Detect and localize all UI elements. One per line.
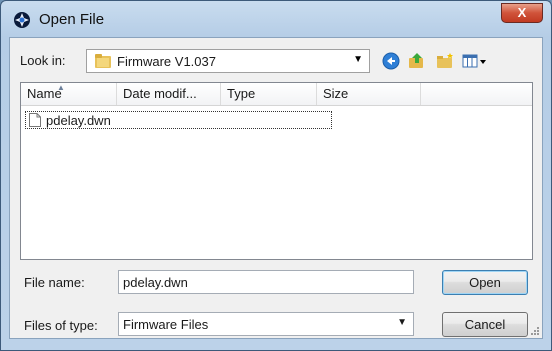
app-icon [14, 12, 30, 28]
column-header-size[interactable]: Size [317, 83, 421, 105]
file-list[interactable]: ▲ Name Date modif... Type Size pdelay.dw… [20, 82, 533, 260]
file-name-label: File name: [24, 275, 85, 290]
column-header-date[interactable]: Date modif... [117, 83, 221, 105]
open-button[interactable]: Open [442, 270, 528, 295]
title-bar[interactable]: Open File X [1, 1, 551, 37]
views-menu-icon[interactable] [462, 52, 488, 70]
file-type-label: Files of type: [24, 318, 98, 333]
cancel-button[interactable]: Cancel [442, 312, 528, 337]
file-name: pdelay.dwn [46, 113, 111, 128]
column-header-name[interactable]: ▲ Name [21, 83, 117, 105]
look-in-label: Look in: [20, 53, 66, 68]
folder-icon [95, 54, 111, 68]
column-headers: ▲ Name Date modif... Type Size [21, 83, 532, 106]
chevron-down-icon[interactable]: ▼ [353, 54, 363, 65]
file-name-input[interactable]: pdelay.dwn [118, 270, 414, 294]
look-in-value: Firmware V1.037 [117, 54, 216, 69]
look-in-combo[interactable]: Firmware V1.037 ▼ [86, 49, 370, 73]
file-type-select[interactable]: Firmware Files ▼ [118, 312, 414, 336]
open-file-dialog: Open File X Look in: Firmware V1.037 ▼ ▲… [0, 0, 552, 351]
resize-grip-icon[interactable] [530, 326, 540, 336]
file-icon [29, 113, 41, 127]
back-icon[interactable] [382, 52, 400, 70]
file-type-value: Firmware Files [123, 317, 209, 332]
dialog-body: Look in: Firmware V1.037 ▼ ▲ Name Date m… [9, 37, 543, 339]
window-title: Open File [39, 11, 105, 28]
file-name-value: pdelay.dwn [123, 275, 188, 290]
column-header-type[interactable]: Type [221, 83, 317, 105]
up-folder-icon[interactable] [408, 52, 426, 70]
close-button[interactable]: X [501, 3, 543, 23]
new-folder-icon[interactable] [436, 52, 454, 70]
sort-ascending-icon: ▲ [57, 83, 65, 92]
chevron-down-icon[interactable]: ▼ [397, 317, 407, 328]
list-item[interactable]: pdelay.dwn [25, 111, 332, 129]
